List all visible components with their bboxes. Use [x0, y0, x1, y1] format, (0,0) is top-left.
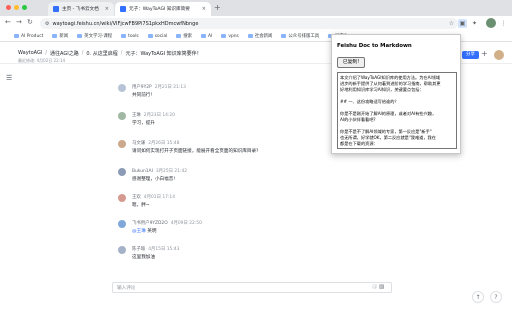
comment-time: 4月01日 17:14: [143, 195, 176, 200]
bookmark-item[interactable]: tools: [121, 34, 139, 39]
breadcrumb-item[interactable]: 通往AGI之路: [50, 50, 79, 57]
markdown-line: 都是在下载的资源：: [340, 141, 378, 146]
copy-button[interactable]: 已复制!: [337, 57, 365, 68]
comment-input-placeholder: 输入评论: [117, 285, 136, 291]
comment-author[interactable]: 陈子瑜: [132, 247, 145, 252]
close-window-dot[interactable]: [6, 5, 11, 10]
tab-title: 主页 - 飞书云文档: [62, 7, 99, 12]
breadcrumb-item[interactable]: WaytoAGI: [18, 50, 42, 57]
comment-text: 共同前行!: [132, 93, 153, 98]
folder-icon: [14, 34, 19, 38]
folder-icon: [121, 34, 127, 38]
menu-icon[interactable]: ☰: [6, 74, 12, 82]
back-icon[interactable]: ←: [5, 18, 11, 26]
bookmark-item[interactable]: 新闻: [52, 33, 68, 39]
bookmark-item[interactable]: AI Product: [14, 34, 43, 39]
comment-author[interactable]: 飞书用户9YZD2O: [132, 221, 168, 226]
avatar: [118, 84, 126, 92]
avatar: [118, 246, 126, 254]
bookmark-item[interactable]: vpns: [221, 34, 239, 39]
comment-text: 英明: [145, 229, 157, 234]
image-icon[interactable]: ▨: [379, 284, 384, 290]
browser-menu-icon[interactable]: ⋮: [499, 19, 508, 28]
comment-time: 2月26日 15:48: [148, 141, 180, 146]
folder-icon: [247, 34, 253, 38]
bookmark-item[interactable]: AI: [201, 34, 212, 39]
forward-icon[interactable]: →: [16, 18, 22, 26]
comment-author[interactable]: 王欢: [132, 195, 141, 200]
share-button[interactable]: 分享: [462, 51, 479, 59]
comment-mention[interactable]: @王琳: [132, 229, 146, 234]
popup-title: Feishu Doc to Markdown: [337, 43, 412, 49]
avatar: [118, 168, 126, 176]
add-icon[interactable]: +: [481, 49, 488, 58]
folder-icon: [52, 34, 58, 38]
profile-avatar[interactable]: [486, 18, 496, 28]
feishu-icon: [53, 6, 59, 12]
tab-title: 元子：WayToAGI 知识库简要: [129, 7, 190, 12]
maximize-window-dot[interactable]: [22, 5, 27, 10]
avatar: [118, 194, 126, 202]
browser-tab-bar: 主页 - 飞书云文档 × 元子：WayToAGI 知识库简要 × +: [0, 0, 512, 16]
minimize-window-dot[interactable]: [14, 5, 19, 10]
comment-text: 感谢整理，小白福音!: [132, 177, 176, 182]
avatar: [118, 220, 126, 228]
url-text: waytoagi.feishu.cn/wiki/VIFjcwFB9Pi7S1pk…: [52, 20, 199, 27]
url-bar[interactable]: ⚙ waytoagi.feishu.cn/wiki/VIFjcwFB9Pi7S1…: [40, 18, 458, 29]
folder-icon: [201, 34, 207, 38]
comment-time: 2月21日 21:13: [154, 85, 186, 90]
breadcrumb-item[interactable]: 0. 从这里启程: [86, 50, 117, 57]
comment-text: 请问如何实现打开子页面链接，能展开看全页面的知识库目录?: [132, 149, 259, 154]
comment-time: 3月25日 21:42: [155, 169, 188, 174]
bookmark-item[interactable]: 社会新闻: [247, 33, 272, 39]
scroll-to-top-button[interactable]: ↑: [472, 291, 484, 303]
close-icon[interactable]: ×: [202, 6, 206, 12]
folder-icon: [221, 34, 227, 38]
avatar: [118, 112, 126, 120]
new-tab-button[interactable]: +: [214, 3, 221, 12]
comment-author[interactable]: 用户9Y2P: [132, 85, 152, 90]
bookmark-item[interactable]: 英文学习-课程: [77, 33, 112, 39]
folder-icon: [147, 34, 153, 38]
comment-text: 嗯，胖~: [132, 203, 150, 208]
extensions-puzzle-icon[interactable]: ✦: [470, 19, 479, 28]
browser-tab-doc[interactable]: 元子：WayToAGI 知识库简要 ×: [115, 2, 211, 16]
bookmark-item[interactable]: 搜索: [176, 33, 192, 39]
close-icon[interactable]: ×: [105, 6, 109, 12]
browser-tab-home[interactable]: 主页 - 飞书云文档 ×: [48, 2, 114, 16]
at-mention-icon[interactable]: @: [372, 284, 378, 290]
folder-icon: [281, 34, 287, 38]
markdown-output-textarea[interactable]: 本文介绍了WayToAGI知识库的使用方法。为在AI领域 进步的新手提供了从何着…: [337, 72, 457, 149]
folder-icon: [77, 34, 83, 38]
breadcrumb: WaytoAGI / 通往AGI之路/ 0. 从这里启程 / 元子：WayToAGI…: [18, 50, 202, 57]
feishu-icon: [120, 6, 126, 12]
bookmark-item[interactable]: 公众号排版工具: [281, 33, 319, 39]
comment-time: 4月09日 22:50: [170, 221, 202, 226]
extension-feishu-markdown-icon[interactable]: ▣: [458, 19, 467, 28]
folder-icon: [176, 34, 182, 38]
avatar: [118, 140, 126, 148]
reload-icon[interactable]: ↻: [27, 18, 33, 26]
comment-time: 4月15日 15:43: [148, 247, 180, 252]
site-info-icon[interactable]: ⚙: [45, 21, 49, 27]
breadcrumb-item[interactable]: 元子：WayToAGI 知识库简要伴！: [125, 50, 201, 57]
bookmark-item[interactable]: social: [147, 34, 167, 39]
comment-author[interactable]: Bukun1AI: [132, 169, 153, 174]
comment-text: 学习，提升: [132, 121, 155, 126]
comment-author[interactable]: 王琳: [132, 113, 141, 118]
comment-time: 2月23日 14:20: [143, 113, 176, 118]
avatar[interactable]: [494, 50, 504, 60]
comment-text: 这里我加油: [132, 255, 155, 260]
comment-input[interactable]: [112, 282, 392, 293]
comment-author[interactable]: 马文谦: [132, 141, 145, 146]
help-button[interactable]: ?: [490, 291, 502, 303]
doc-last-modified: 最近修改: 4月02日 22:14: [18, 58, 66, 63]
star-icon[interactable]: ☆: [447, 19, 456, 28]
